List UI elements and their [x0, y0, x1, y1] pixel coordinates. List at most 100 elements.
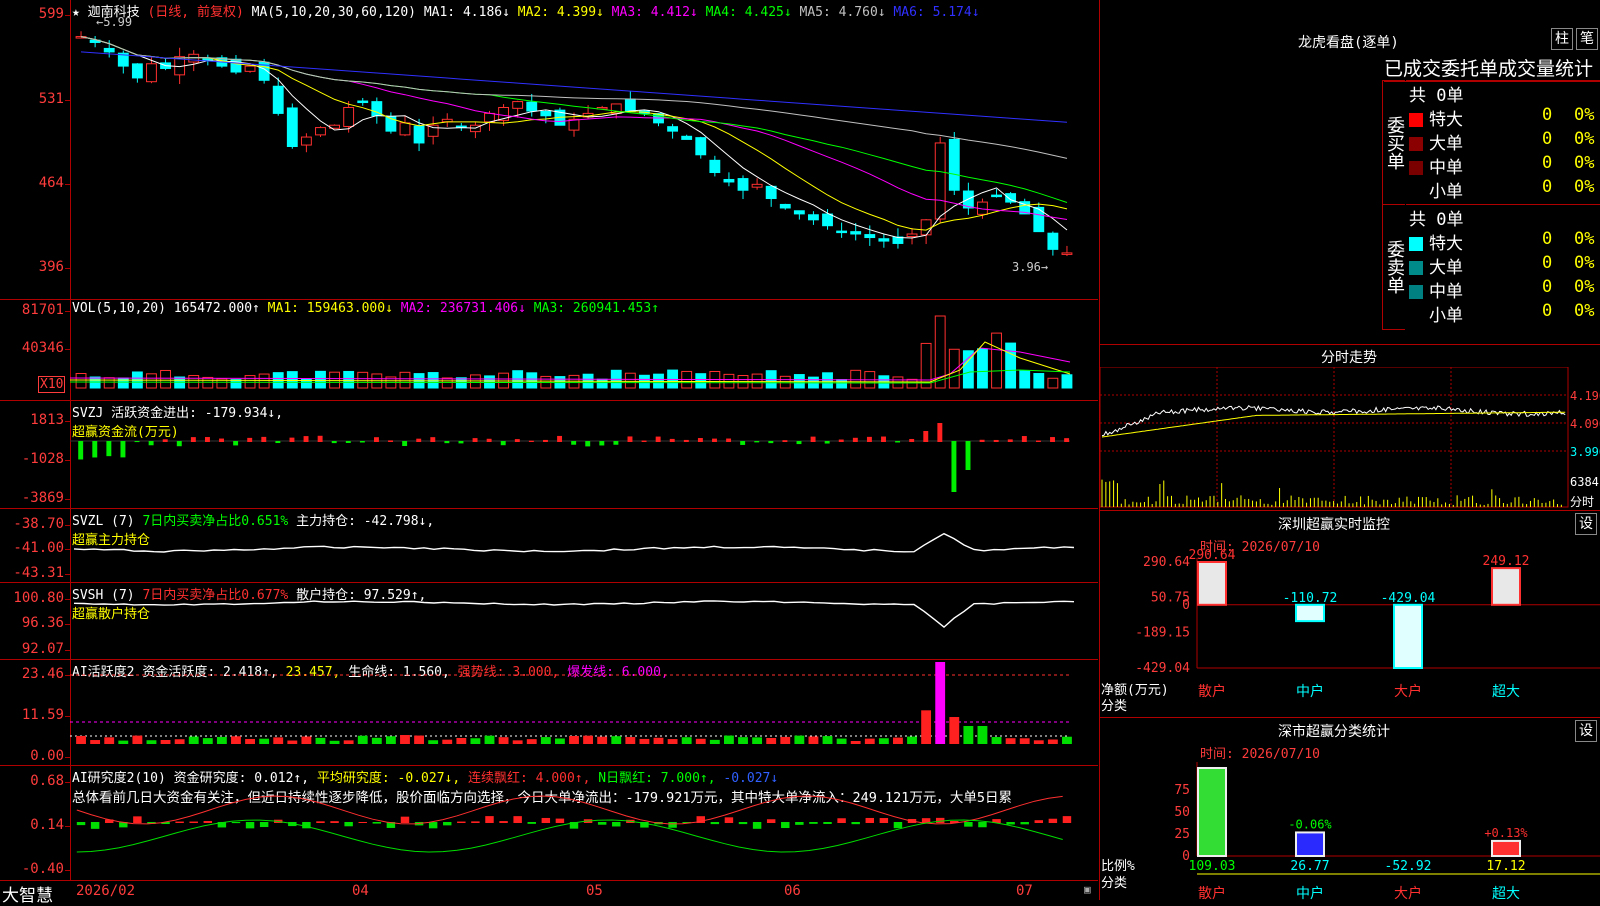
- money-flow-bar: [444, 441, 450, 444]
- research-bar: [428, 822, 438, 829]
- research-bar: [175, 821, 184, 823]
- volume-bar: [948, 348, 960, 389]
- tick-view-button[interactable]: 笔: [1576, 28, 1598, 50]
- money-flow-bar: [543, 439, 548, 442]
- candle-body: [131, 63, 143, 79]
- research-bar: [259, 822, 269, 828]
- svzl-chart[interactable]: [70, 509, 1098, 582]
- monitor-panel[interactable]: 深圳超赢实时监控 设 时间: 2026/07/10 290.64 50.75 0 -1…: [1099, 511, 1600, 718]
- classify-chart[interactable]: 7550250109.03散户-0.06%26.77中户-52.92大户+0.1…: [1100, 718, 1600, 900]
- ma-line: [80, 51, 1068, 123]
- money-flow-bar: [514, 439, 520, 442]
- money-flow-bar: [641, 440, 647, 442]
- classify-value-label: -52.92: [1385, 859, 1432, 874]
- classify-panel[interactable]: 深市超赢分类统计 设 时间: 2026/07/10 75 50 25 0 109.03 散…: [1099, 718, 1600, 900]
- column-view-button[interactable]: 柱: [1551, 28, 1573, 50]
- money-flow-bar: [303, 436, 309, 442]
- lock-icon[interactable]: ▣: [1084, 883, 1091, 896]
- ai1-y-tick: 11.59: [21, 707, 71, 723]
- classify-bar: [1295, 831, 1325, 857]
- activity-bar: [583, 735, 594, 744]
- volume-panel[interactable]: 81701 40346 X10 VOL(5,10,20) 165472.000↑…: [0, 300, 1098, 401]
- svzl-y-tick: -41.00: [13, 540, 70, 556]
- activity-bar: [498, 737, 509, 744]
- monitor-axis-label2: 分类: [1101, 699, 1128, 714]
- money-flow-bar: [204, 437, 210, 442]
- monitor-chart[interactable]: 290.6450.750-189.15-429.04290.64散户-110.7…: [1100, 511, 1600, 717]
- research-bar: [879, 818, 889, 823]
- money-flow-bar: [796, 441, 802, 445]
- intraday-vol-tick: 6384: [1570, 475, 1599, 489]
- ai-activity-chart[interactable]: [70, 660, 1098, 765]
- money-flow-bar: [852, 437, 858, 442]
- svzj-chart[interactable]: [70, 401, 1098, 508]
- money-flow-bar: [683, 439, 689, 442]
- activity-bar: [1033, 740, 1044, 744]
- color-swatch: [1409, 261, 1423, 275]
- brand-label[interactable]: 大智慧: [2, 881, 53, 906]
- candle-body: [624, 98, 636, 112]
- svsh-panel[interactable]: 100.80 96.36 92.07 SVSH (7) 7日内买卖净占比0.67…: [0, 583, 1098, 660]
- money-flow-bar: [557, 435, 563, 442]
- monitor-bar: [1197, 561, 1227, 606]
- intraday-panel[interactable]: 分时走势 4.190 4.090 3.990 6384 分时: [1099, 345, 1600, 511]
- kline-panel[interactable]: 599 531 464 396 ★ 迦南科技 (日线, 前复权) MA(5,10…: [0, 0, 1098, 300]
- money-flow-bar: [627, 436, 633, 442]
- activity-bar: [794, 735, 805, 744]
- kline-chart[interactable]: [70, 0, 1098, 299]
- activity-bar: [554, 738, 565, 744]
- ai1-y-axis: 23.46 11.59 0.00: [0, 660, 71, 765]
- volume-bar: [526, 372, 538, 389]
- activity-bar: [371, 737, 382, 744]
- svzl-y-axis: -38.70 -41.00 -43.31: [0, 509, 71, 582]
- candle-body: [244, 65, 256, 72]
- svsh-chart[interactable]: [70, 583, 1098, 659]
- svzj-panel[interactable]: 1813 -1028 -3869 SVZJ 活跃资金进出: -179.934↓,…: [0, 401, 1098, 509]
- money-flow-bar: [895, 441, 901, 443]
- intraday-y-tick: 4.190: [1570, 389, 1600, 403]
- volume-bar: [624, 372, 636, 389]
- svzj-y-tick: -3869: [21, 490, 71, 506]
- indicator-line: [73, 532, 1075, 553]
- ai-activity-panel[interactable]: 23.46 11.59 0.00 AI活跃度2 资金活跃度: 2.418↑, 2…: [0, 660, 1098, 766]
- intraday-title: 分时走势: [1321, 350, 1377, 366]
- research-bar: [400, 816, 410, 823]
- dragon-row-pct: 0%: [1574, 253, 1595, 273]
- money-flow-bar: [571, 441, 577, 445]
- dragon-row-count: 0: [1542, 153, 1553, 173]
- money-flow-bar: [768, 441, 774, 444]
- intraday-chart[interactable]: [1100, 367, 1570, 509]
- vol-y-axis: 81701 40346 X10: [0, 300, 71, 400]
- volume-bar: [1005, 342, 1017, 389]
- dragon-row-count: 0: [1542, 229, 1553, 249]
- activity-bar: [625, 737, 636, 744]
- money-flow-bar: [416, 438, 422, 442]
- money-flow-bar: [1035, 440, 1041, 442]
- money-flow-bar: [500, 441, 506, 446]
- color-swatch: [1409, 113, 1423, 127]
- research-bar: [597, 822, 607, 825]
- svzl-panel[interactable]: -38.70 -41.00 -43.31 SVZL (7) 7日内买卖净占比0.…: [0, 509, 1098, 583]
- candle-body: [779, 203, 791, 209]
- money-flow-bar: [106, 441, 112, 457]
- volume-bar: [484, 375, 495, 389]
- dragon-row-pct: 0%: [1574, 105, 1595, 125]
- volume-bar: [441, 377, 453, 389]
- volume-chart[interactable]: [70, 300, 1098, 400]
- dragon-row-count: 0: [1542, 277, 1553, 297]
- monitor-bar-label: -110.72: [1283, 591, 1338, 606]
- activity-bar: [400, 735, 410, 744]
- intraday-y-tick: 4.090: [1570, 417, 1600, 431]
- dragon-tabs[interactable]: 已成交委托单成交量统计: [1384, 54, 1600, 82]
- svzj-y-tick: -1028: [21, 451, 71, 467]
- ai-research-panel[interactable]: 0.68 0.14 -0.40 AI研究度2(10) 资金研究度: 0.012↑…: [0, 766, 1098, 880]
- activity-bar: [231, 736, 241, 744]
- classify-category: 超大: [1492, 886, 1520, 900]
- ai-research-chart[interactable]: [70, 766, 1098, 880]
- high-label: ←5.99: [96, 15, 133, 29]
- dragon-row: 小单 0 0%: [1409, 301, 1599, 326]
- candle-body: [540, 110, 552, 117]
- activity-bar: [118, 740, 129, 744]
- classify-top-label: -0.06%: [1288, 817, 1332, 831]
- intraday-y-tick: 3.990: [1570, 445, 1600, 459]
